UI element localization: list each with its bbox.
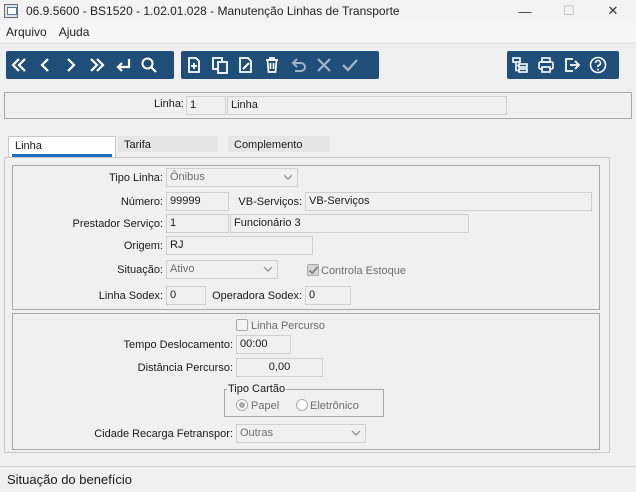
delete-record-button[interactable] xyxy=(259,51,285,79)
chevron-down-icon xyxy=(283,174,293,180)
tipo-cartao-legend: Tipo Cartão xyxy=(227,383,287,395)
eletronico-radio[interactable] xyxy=(296,399,308,411)
last-icon xyxy=(90,58,105,72)
print-icon xyxy=(538,57,554,73)
edit-icon xyxy=(239,57,252,73)
next-record-button[interactable] xyxy=(58,51,84,79)
confirm-button[interactable] xyxy=(337,51,363,79)
tab-tarifa-label: Tarifa xyxy=(124,139,151,151)
cidade-recarga-label: Cidade Recarga Fetranspor: xyxy=(94,428,233,440)
tab-complemento-label: Complemento xyxy=(234,139,303,151)
exit-button[interactable] xyxy=(559,51,585,79)
search-icon xyxy=(141,57,157,73)
vb-servicos-field[interactable]: VB-Serviços xyxy=(305,192,592,211)
tipo-linha-value: Ônibus xyxy=(170,171,205,183)
operadora-sodex-label: Operadora Sodex: xyxy=(212,290,302,302)
tab-complemento[interactable]: Complemento xyxy=(228,136,336,158)
last-record-button[interactable] xyxy=(84,51,110,79)
search-button[interactable] xyxy=(136,51,162,79)
linha-sodex-field[interactable]: 0 xyxy=(166,286,206,305)
exit-icon xyxy=(565,58,581,72)
cancel-button[interactable] xyxy=(311,51,337,79)
previous-record-button[interactable] xyxy=(32,51,58,79)
print-button[interactable] xyxy=(533,51,559,79)
linha-sodex-label: Linha Sodex: xyxy=(98,290,163,302)
prestador-code-field[interactable]: 1 xyxy=(166,214,229,233)
copy-record-button[interactable] xyxy=(207,51,233,79)
tree-button[interactable] xyxy=(507,51,533,79)
eletronico-label: Eletrônico xyxy=(310,400,359,412)
menu-ajuda[interactable]: Ajuda xyxy=(59,25,90,39)
cidade-recarga-select[interactable]: Outras xyxy=(236,424,366,443)
situacao-value: Ativo xyxy=(170,263,195,275)
tree-icon xyxy=(512,57,528,73)
tab-linha-label: Linha xyxy=(15,140,42,152)
tipo-linha-select[interactable]: Ônibus xyxy=(166,168,298,187)
next-icon xyxy=(67,58,76,72)
edit-record-button[interactable] xyxy=(233,51,259,79)
help-icon xyxy=(589,56,607,74)
first-record-button[interactable] xyxy=(6,51,32,79)
menu-bar: Arquivo Ajuda xyxy=(0,22,636,42)
linha-code-field[interactable]: 1 xyxy=(186,96,226,115)
return-button[interactable] xyxy=(110,51,136,79)
app-icon xyxy=(4,4,18,18)
maximize-button[interactable]: ☐ xyxy=(546,0,592,22)
help-button[interactable] xyxy=(585,51,611,79)
numero-field[interactable]: 99999 xyxy=(166,192,229,211)
first-icon xyxy=(11,58,26,72)
distancia-percurso-label: Distância Percurso: xyxy=(137,362,233,374)
origem-label: Origem: xyxy=(123,240,163,252)
tempo-deslocamento-field[interactable]: 00:00 xyxy=(236,335,291,354)
chevron-down-icon xyxy=(351,430,361,436)
papel-label: Papel xyxy=(251,400,280,412)
tempo-deslocamento-label: Tempo Deslocamento: xyxy=(123,339,233,351)
toolbar-edit-group xyxy=(181,51,379,79)
vb-servicos-label: VB-Serviços: xyxy=(238,196,302,208)
return-icon xyxy=(116,59,131,72)
menu-arquivo[interactable]: Arquivo xyxy=(6,25,47,39)
confirm-icon xyxy=(342,59,358,72)
toolbar-nav-group xyxy=(6,51,174,79)
numero-label: Número: xyxy=(120,196,163,208)
minimize-button[interactable]: — xyxy=(502,0,548,22)
controla-estoque-checkbox[interactable] xyxy=(307,264,319,276)
status-bar: Situação do benefício xyxy=(0,466,636,492)
toolbar-extra-group xyxy=(507,51,619,79)
cidade-recarga-value: Outras xyxy=(240,427,274,439)
previous-icon xyxy=(40,58,49,72)
linha-name-field[interactable]: Linha xyxy=(227,96,507,115)
undo-icon xyxy=(291,58,306,72)
delete-icon xyxy=(266,57,278,73)
status-text: Situação do benefício xyxy=(7,472,133,487)
linha-label: Linha: xyxy=(154,98,184,110)
window-title: 06.9.5600 - BS1520 - 1.02.01.028 - Manut… xyxy=(26,4,400,18)
operadora-sodex-field[interactable]: 0 xyxy=(305,286,351,305)
papel-radio[interactable] xyxy=(236,399,248,411)
origem-field[interactable]: RJ xyxy=(166,236,313,255)
prestador-name-field[interactable]: Funcionário 3 xyxy=(230,214,469,233)
copy-icon xyxy=(212,57,228,74)
new-record-button[interactable] xyxy=(181,51,207,79)
tab-linha[interactable]: Linha xyxy=(8,136,116,158)
linha-percurso-label: Linha Percurso xyxy=(251,320,325,332)
new-icon xyxy=(188,57,200,73)
situacao-select[interactable]: Ativo xyxy=(166,260,278,279)
close-button[interactable]: ✕ xyxy=(590,0,636,22)
controla-estoque-label: Controla Estoque xyxy=(321,265,406,277)
prestador-label: Prestador Serviço: xyxy=(72,218,163,230)
cancel-icon xyxy=(317,58,331,72)
distancia-percurso-field[interactable]: 0,00 xyxy=(236,358,323,377)
chevron-down-icon xyxy=(263,266,273,272)
undo-button[interactable] xyxy=(285,51,311,79)
tipo-linha-label: Tipo Linha: xyxy=(108,172,163,184)
tab-tarifa[interactable]: Tarifa xyxy=(118,136,222,158)
situacao-label: Situação: xyxy=(117,264,163,276)
linha-percurso-checkbox[interactable] xyxy=(236,319,248,331)
